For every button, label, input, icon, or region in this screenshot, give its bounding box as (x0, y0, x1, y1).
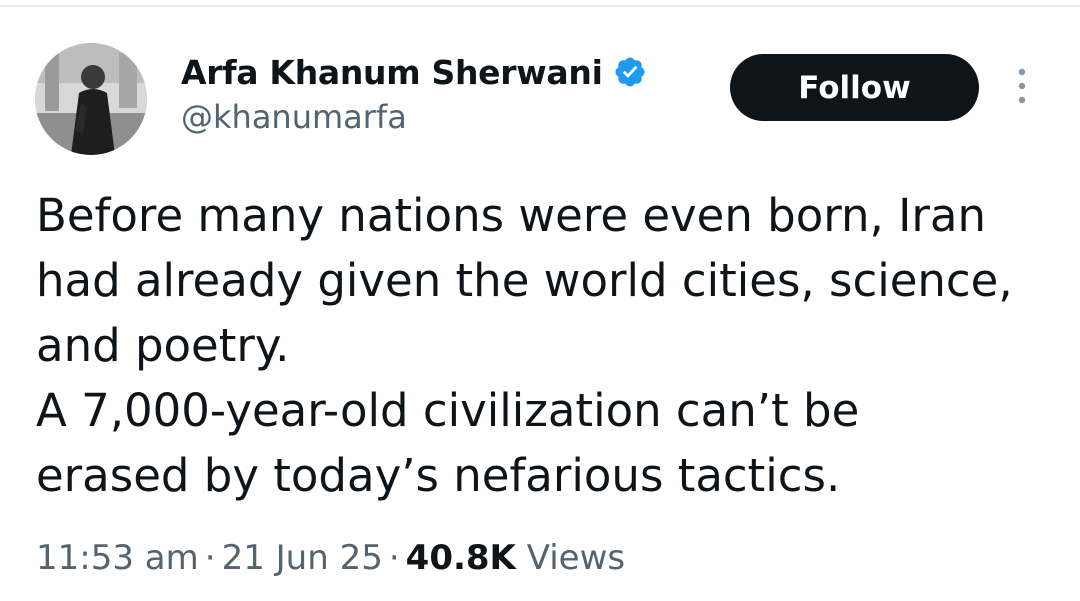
more-vertical-icon[interactable] (1010, 66, 1034, 106)
tweet-text-line: Before many nations were even born, Iran (36, 189, 986, 242)
avatar[interactable] (35, 43, 147, 155)
follow-button[interactable]: Follow (730, 54, 979, 121)
verified-badge-icon (613, 55, 647, 89)
views-count[interactable]: 40.8K (406, 538, 516, 578)
avatar-image (35, 43, 147, 155)
tweet-text: Before many nations were even born, Iran… (36, 183, 1046, 508)
tweet-card: Arfa Khanum Sherwani @khanumarfa Follow … (0, 0, 1080, 601)
tweet-time[interactable]: 11:53 am (36, 538, 199, 578)
tweet-text-line: and poetry. (36, 319, 290, 372)
meta-separator: · (204, 538, 216, 578)
tweet-text-line: had already given the world cities, scie… (36, 254, 1013, 307)
author-handle[interactable]: @khanumarfa (181, 98, 407, 136)
author-name-row[interactable]: Arfa Khanum Sherwani (181, 48, 647, 96)
tweet-text-line: erased by today’s nefarious tactics. (36, 449, 841, 502)
author-display-name[interactable]: Arfa Khanum Sherwani (181, 53, 603, 92)
tweet-text-line: A 7,000-year-old civilization can’t be (36, 384, 860, 437)
tweet-date[interactable]: 21 Jun 25 (222, 538, 383, 578)
tweet-meta: 11:53 am · 21 Jun 25 · 40.8K Views (36, 533, 625, 583)
views-label: Views (526, 538, 626, 578)
meta-separator: · (388, 538, 400, 578)
